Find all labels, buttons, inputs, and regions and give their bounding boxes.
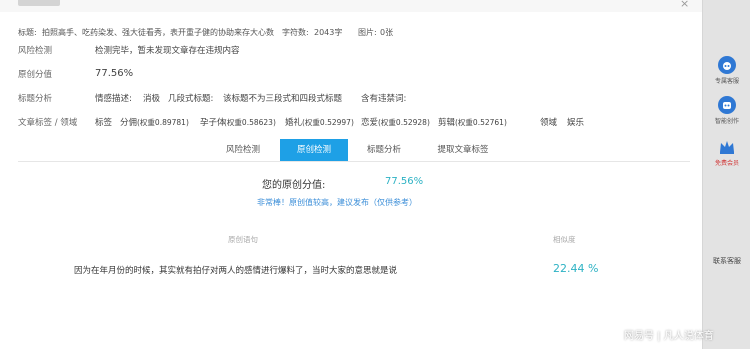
column-header-sentence: 原创语句 bbox=[228, 235, 258, 244]
crown-icon bbox=[718, 138, 736, 156]
sidebar-item-label: 免费会员 bbox=[714, 160, 739, 167]
sidebar-item-customer-service[interactable]: 专属客服 bbox=[703, 56, 750, 85]
title-label: 标题: bbox=[18, 28, 37, 37]
tab-title-analysis[interactable]: 标题分析 bbox=[348, 139, 420, 161]
column-header-similarity: 相似度 bbox=[553, 235, 576, 244]
title-analysis-label: 标题分析 bbox=[18, 94, 53, 104]
sidebar-item-label: 专属客服 bbox=[714, 78, 739, 85]
image-count: 0张 bbox=[380, 28, 394, 37]
risk-value: 检测完毕，暂未发现文章存在违规内容 bbox=[95, 46, 240, 56]
table-row-sentence: 因为在年月份的时候，其实就有拍仔对两人的感情进行爆料了，当时大家的意思就是说 bbox=[74, 266, 398, 276]
tag-name: 婚礼 bbox=[285, 118, 303, 128]
score-value: 77.56% bbox=[385, 176, 424, 187]
detection-tabs: 风险检测 原创检测 标题分析 提取文章标签 bbox=[206, 139, 506, 161]
tag-weight: (权重0.58623) bbox=[224, 118, 276, 127]
title-style-label: 几段式标题: bbox=[168, 94, 214, 104]
headset-icon bbox=[718, 56, 736, 74]
tag-name: 分佣 bbox=[120, 118, 138, 128]
robot-icon bbox=[718, 96, 736, 114]
domain-label: 领域 bbox=[540, 118, 558, 128]
tag-weight: (权重0.89781) bbox=[137, 118, 189, 127]
tab-original-detection[interactable]: 原创检测 bbox=[280, 139, 348, 161]
sidebar-item-label: 智能创作 bbox=[714, 118, 739, 125]
article-title: 拍照高手、吃药染发、强大徒看秀，表开重子健的协助来存大心数 bbox=[42, 28, 274, 37]
sidebar-item-free-vip[interactable]: 免费会员 bbox=[703, 138, 750, 167]
tab-extract-tags[interactable]: 提取文章标签 bbox=[420, 139, 506, 161]
emotion-value: 消极 bbox=[143, 94, 161, 104]
tag-name: 剪辑 bbox=[438, 118, 456, 128]
tag-name: 孕子体 bbox=[200, 118, 226, 128]
risk-label: 风险检测 bbox=[18, 46, 53, 56]
tab-risk-detection[interactable]: 风险检测 bbox=[206, 139, 280, 161]
right-sidebar: 专属客服 智能创作 免费会员 联系客服 bbox=[702, 0, 750, 349]
table-row-similarity: 22.44 % bbox=[553, 262, 599, 275]
title-style-value: 该标题不为三段式和四段式标题 bbox=[223, 94, 343, 104]
domain-value: 娱乐 bbox=[567, 118, 585, 128]
tag-weight: (权重0.52928) bbox=[378, 118, 430, 127]
header-tab[interactable] bbox=[18, 0, 60, 6]
panel-header: × bbox=[0, 0, 702, 12]
tag-weight: (权重0.52997) bbox=[302, 118, 354, 127]
close-icon[interactable]: × bbox=[680, 0, 689, 10]
score-hint: 非常棒！原创值较高，建议发布（仅供参考） bbox=[257, 198, 417, 207]
score-label: 您的原创分值: bbox=[262, 180, 326, 191]
sidebar-item-smart-writing[interactable]: 智能创作 bbox=[703, 96, 750, 125]
emotion-label: 情感描述: bbox=[95, 94, 132, 104]
word-count-label: 字符数: bbox=[282, 28, 309, 37]
tags-label: 文章标签 / 领域 bbox=[18, 118, 78, 128]
tag-label: 标签 bbox=[95, 118, 113, 128]
tag-name: 恋爱 bbox=[361, 118, 379, 128]
original-value: 77.56% bbox=[95, 68, 134, 79]
forbidden-words-label: 含有违禁词: bbox=[361, 94, 407, 104]
contact-service-link[interactable]: 联系客服 bbox=[703, 256, 750, 266]
image-count-label: 图片: bbox=[358, 28, 377, 37]
analysis-panel: × 标题: 拍照高手、吃药染发、强大徒看秀，表开重子健的协助来存大心数 字符数:… bbox=[0, 0, 702, 349]
tab-divider bbox=[18, 161, 690, 162]
word-count: 2043字 bbox=[314, 28, 343, 37]
original-label: 原创分值 bbox=[18, 70, 53, 80]
watermark: 网易号 | 凡人说体育 bbox=[624, 331, 714, 342]
tag-weight: (权重0.52761) bbox=[455, 118, 507, 127]
